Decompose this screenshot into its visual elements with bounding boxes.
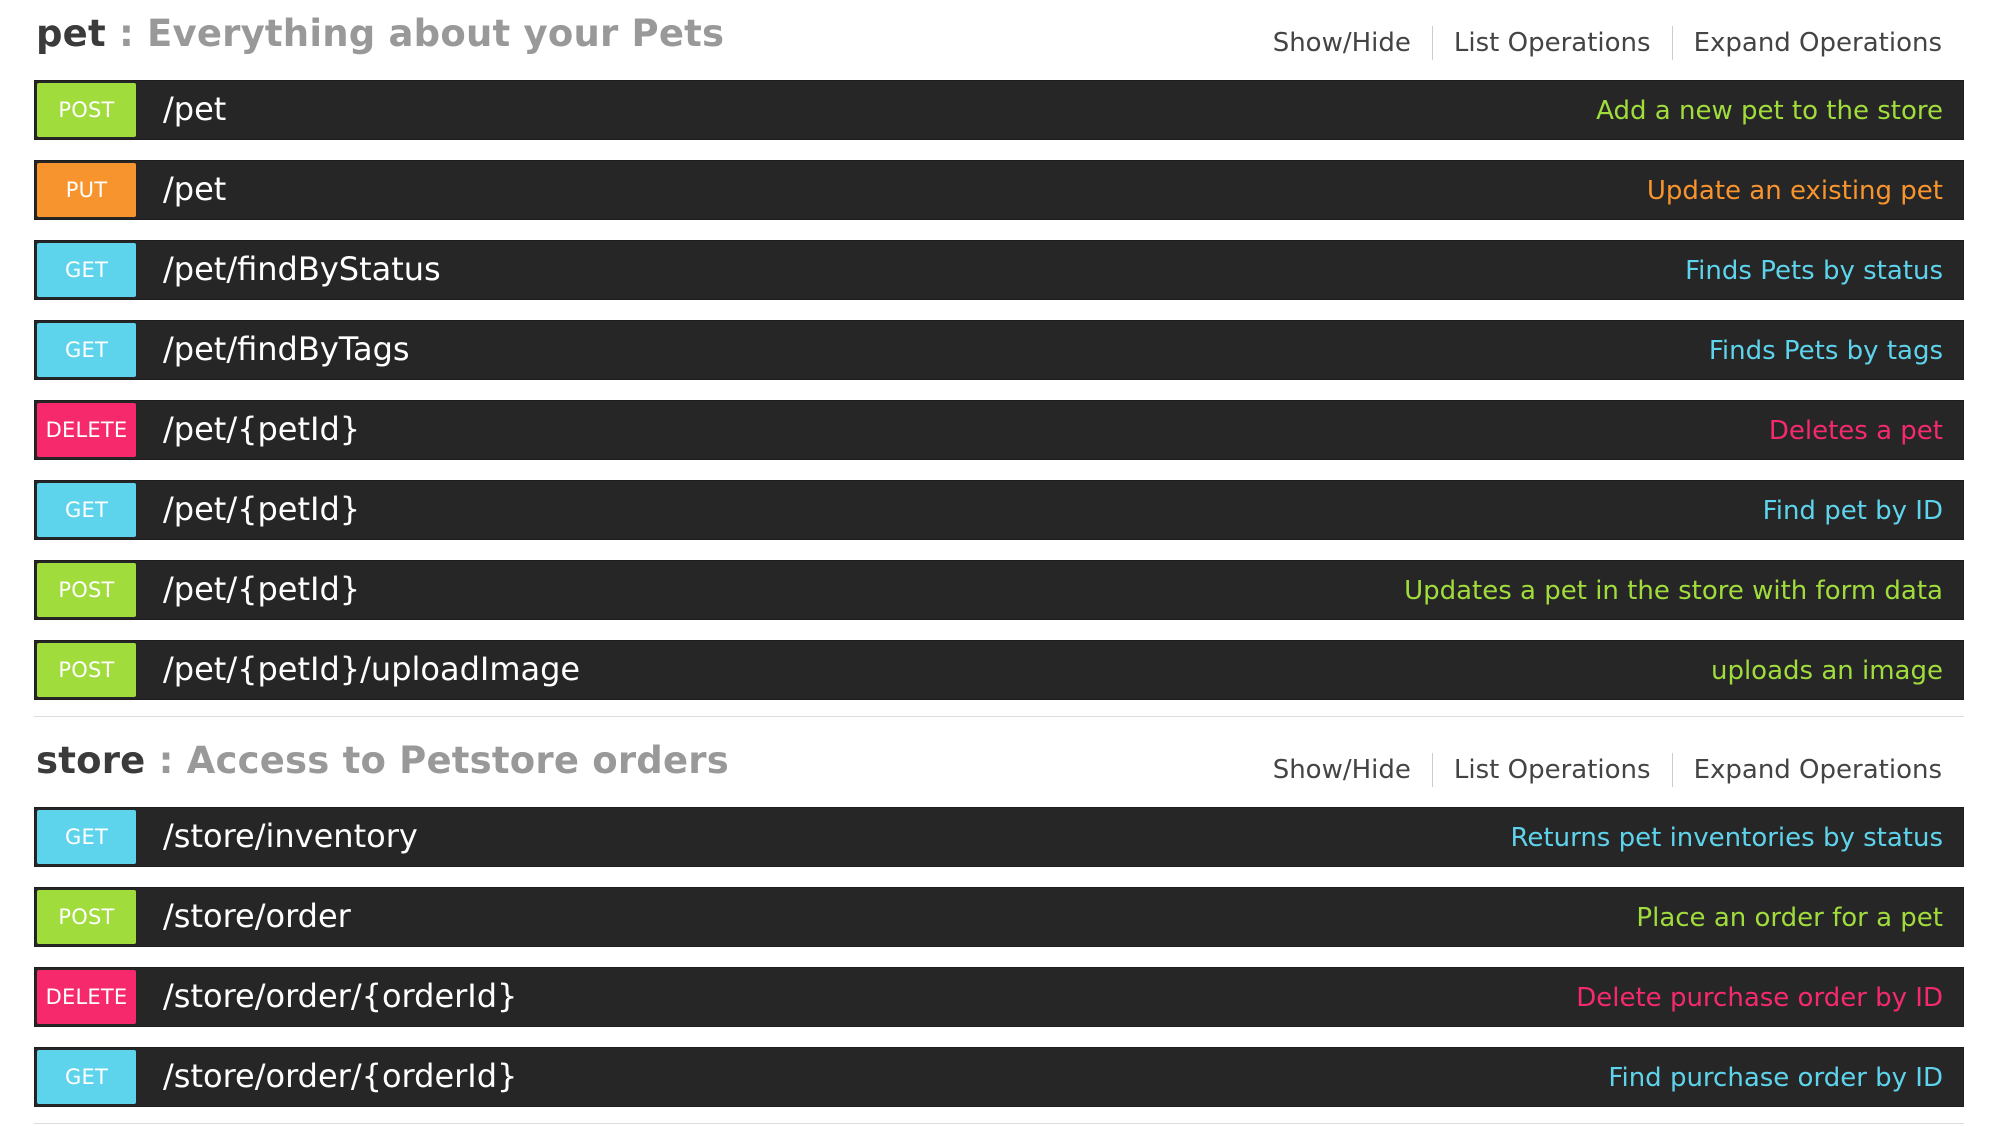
resource-title[interactable]: store : Access to Petstore orders — [36, 739, 729, 782]
endpoint-summary[interactable]: Find purchase order by ID — [1608, 1048, 1943, 1106]
resource-name[interactable]: pet — [36, 12, 106, 55]
resource-operations-links: Show/Hide List Operations Expand Operati… — [1252, 26, 1942, 60]
endpoint-row[interactable]: GET/pet/findByStatus Finds Pets by status — [34, 240, 1964, 300]
endpoint-path[interactable]: /pet — [163, 161, 226, 219]
resource-header: pet : Everything about your Pets Show/Hi… — [34, 0, 1964, 80]
http-method-badge[interactable]: GET — [37, 1050, 136, 1104]
endpoint-path[interactable]: /pet — [163, 81, 226, 139]
endpoint-list: GET/store/inventory Returns pet inventori… — [34, 807, 1964, 1107]
http-method-badge[interactable]: PUT — [37, 163, 136, 217]
resource-title[interactable]: pet : Everything about your Pets — [36, 12, 724, 55]
endpoint-summary[interactable]: Deletes a pet — [1769, 401, 1943, 459]
http-method-badge[interactable]: POST — [37, 83, 136, 137]
endpoint-summary[interactable]: Add a new pet to the store — [1596, 81, 1943, 139]
resource-section-store: store : Access to Petstore orders Show/H… — [34, 727, 1964, 1124]
http-method-badge[interactable]: GET — [37, 323, 136, 377]
endpoint-row[interactable]: POST/pet/{petId}/uploadImage uploads an i… — [34, 640, 1964, 700]
endpoint-summary[interactable]: Returns pet inventories by status — [1511, 808, 1943, 866]
list-operations-link[interactable]: List Operations — [1431, 26, 1672, 60]
section-divider — [34, 1123, 1964, 1124]
endpoint-summary[interactable]: Place an order for a pet — [1636, 888, 1943, 946]
endpoint-row[interactable]: GET/pet/{petId} Find pet by ID — [34, 480, 1964, 540]
endpoint-row[interactable]: POST/pet/{petId} Updates a pet in the sto… — [34, 560, 1964, 620]
endpoint-path[interactable]: /pet/findByTags — [163, 321, 410, 379]
resource-description: Access to Petstore orders — [186, 739, 729, 782]
endpoint-row[interactable]: GET/store/inventory Returns pet inventori… — [34, 807, 1964, 867]
endpoint-path[interactable]: /store/order/{orderId} — [163, 968, 517, 1026]
endpoint-row[interactable]: GET/store/order/{orderId} Find purchase o… — [34, 1047, 1964, 1107]
resource-operations-links: Show/Hide List Operations Expand Operati… — [1252, 753, 1942, 787]
http-method-badge[interactable]: GET — [37, 243, 136, 297]
endpoint-row[interactable]: DELETE/pet/{petId} Deletes a pet — [34, 400, 1964, 460]
endpoint-summary[interactable]: Finds Pets by status — [1685, 241, 1943, 299]
endpoint-path[interactable]: /pet/{petId} — [163, 401, 360, 459]
expand-operations-link[interactable]: Expand Operations — [1671, 753, 1942, 787]
endpoint-row[interactable]: POST/pet Add a new pet to the store — [34, 80, 1964, 140]
endpoint-path[interactable]: /store/order/{orderId} — [163, 1048, 517, 1106]
http-method-badge[interactable]: GET — [37, 483, 136, 537]
endpoint-summary[interactable]: uploads an image — [1711, 641, 1943, 699]
resource-name[interactable]: store — [36, 739, 145, 782]
section-divider — [34, 716, 1964, 717]
http-method-badge[interactable]: POST — [37, 643, 136, 697]
http-method-badge[interactable]: POST — [37, 563, 136, 617]
expand-operations-link[interactable]: Expand Operations — [1671, 26, 1942, 60]
http-method-badge[interactable]: DELETE — [37, 970, 136, 1024]
endpoint-summary[interactable]: Updates a pet in the store with form dat… — [1404, 561, 1943, 619]
http-method-badge[interactable]: GET — [37, 810, 136, 864]
http-method-badge[interactable]: DELETE — [37, 403, 136, 457]
api-resource-list: pet : Everything about your Pets Show/Hi… — [34, 0, 1964, 1124]
show-hide-link[interactable]: Show/Hide — [1252, 753, 1432, 787]
show-hide-link[interactable]: Show/Hide — [1252, 26, 1432, 60]
endpoint-path[interactable]: /pet/{petId} — [163, 561, 360, 619]
endpoint-summary[interactable]: Update an existing pet — [1647, 161, 1943, 219]
resource-header: store : Access to Petstore orders Show/H… — [34, 727, 1964, 807]
endpoint-path[interactable]: /pet/{petId} — [163, 481, 360, 539]
endpoint-summary[interactable]: Find pet by ID — [1763, 481, 1943, 539]
resource-description: Everything about your Pets — [147, 12, 725, 55]
http-method-badge[interactable]: POST — [37, 890, 136, 944]
endpoint-row[interactable]: DELETE/store/order/{orderId} Delete purch… — [34, 967, 1964, 1027]
resource-separator: : — [145, 739, 187, 782]
endpoint-summary[interactable]: Finds Pets by tags — [1709, 321, 1943, 379]
endpoint-row[interactable]: POST/store/order Place an order for a pet — [34, 887, 1964, 947]
endpoint-path[interactable]: /pet/{petId}/uploadImage — [163, 641, 580, 699]
endpoint-path[interactable]: /store/inventory — [163, 808, 418, 866]
endpoint-list: POST/pet Add a new pet to the store PUT/pe… — [34, 80, 1964, 700]
list-operations-link[interactable]: List Operations — [1431, 753, 1672, 787]
endpoint-summary[interactable]: Delete purchase order by ID — [1576, 968, 1943, 1026]
resource-separator: : — [105, 12, 148, 55]
endpoint-row[interactable]: GET/pet/findByTags Finds Pets by tags — [34, 320, 1964, 380]
endpoint-path[interactable]: /store/order — [163, 888, 351, 946]
endpoint-row[interactable]: PUT/pet Update an existing pet — [34, 160, 1964, 220]
resource-section-pet: pet : Everything about your Pets Show/Hi… — [34, 0, 1964, 717]
endpoint-path[interactable]: /pet/findByStatus — [163, 241, 441, 299]
